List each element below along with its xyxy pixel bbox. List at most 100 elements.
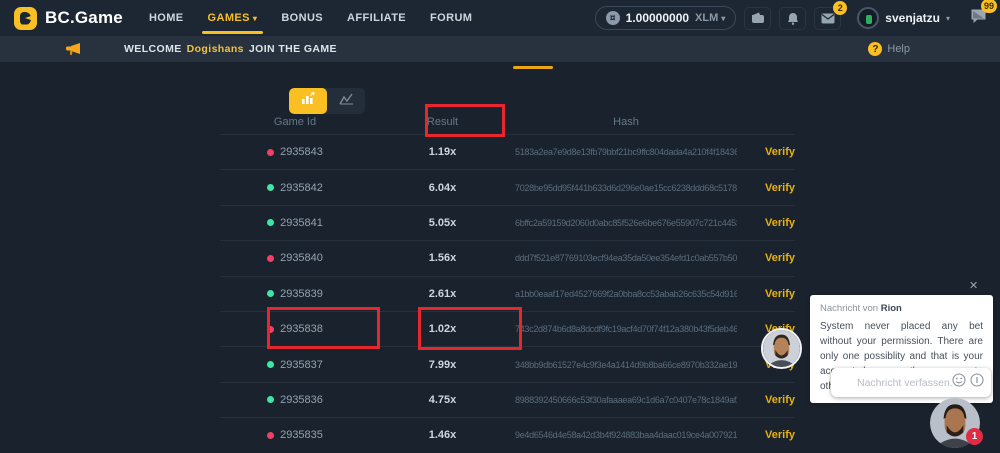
- status-dot: [267, 290, 274, 297]
- chat-toggle-button[interactable]: 99: [966, 6, 990, 30]
- chevron-down-icon: ▾: [721, 14, 725, 23]
- bcgame-logo-icon: [14, 7, 37, 30]
- hash-value: 348bb9db61527e4c9f3e4a1414d9b8ba66ce8970…: [515, 360, 737, 370]
- sender-avatar: [761, 328, 802, 369]
- game-id-cell: 2935837: [220, 359, 370, 371]
- table-row: 29358415.05x6bffc2a59159d2060d0abc85f526…: [220, 205, 795, 240]
- game-id-cell: 2935842: [220, 182, 370, 194]
- game-history-table: Game Id Result Hash 2935843 1.19x5183a2ea…: [220, 110, 795, 453]
- verify-link[interactable]: Verify: [737, 182, 795, 194]
- join-label: JOIN THE GAME: [249, 43, 337, 55]
- annotation-rect-result-value: [418, 307, 522, 350]
- brand-name: BC.Game: [45, 8, 123, 28]
- nav-item-label: FORUM: [430, 12, 472, 24]
- chat-badge: 99: [981, 0, 997, 13]
- game-id-cell: 2935835: [220, 429, 370, 441]
- result-value: 7.99x: [370, 359, 515, 371]
- nav-item-games[interactable]: GAMES▾: [208, 0, 258, 36]
- game-id: 2935839: [280, 288, 323, 300]
- table-header-row: Game Id Result Hash: [220, 110, 795, 134]
- table-row: 2935843 1.19x5183a2ea7e9d8e13fb79bbf21bc9…: [220, 134, 795, 169]
- header-hash: Hash: [515, 116, 737, 128]
- table-row: 2935842 6.04x7028be95dd95f441b633d6d296e0…: [220, 169, 795, 204]
- game-id: 2935837: [280, 359, 323, 371]
- welcome-bar: WELCOME Dogishans JOIN THE GAME ? Help: [0, 36, 1000, 62]
- table-row: 29358401.56xddd7f521e87769103ecf94ea35da…: [220, 240, 795, 275]
- header-game-id: Game Id: [220, 116, 370, 128]
- game-id-cell: 2935843: [220, 146, 370, 158]
- table-row: 29358392.61xa1bb0eaaf17ed4527669f2a0bba8…: [220, 276, 795, 311]
- hash-value: 7028be95dd95f441b633d6d296e0ae15cc6238dd…: [515, 183, 737, 193]
- close-icon[interactable]: ✕: [969, 279, 978, 292]
- nav-item-home[interactable]: HOME: [149, 0, 184, 36]
- top-navbar: BC.Game HOMEGAMES▾BONUSAFFILIATEFORUM ¤ …: [0, 0, 1000, 36]
- nav-item-label: GAMES: [208, 12, 250, 24]
- game-id: 2935842: [280, 182, 323, 194]
- game-id-cell: 2935840: [220, 252, 370, 264]
- nav-right: ¤ 1.00000000 XLM ▾: [595, 6, 990, 30]
- result-value: 5.05x: [370, 217, 515, 229]
- page: BC.Game HOMEGAMES▾BONUSAFFILIATEFORUM ¤ …: [0, 0, 1000, 453]
- active-tab-indicator: [513, 66, 553, 69]
- status-dot: [267, 361, 274, 368]
- hash-value: 9e4d6546d4e58a42d3b4f924883baa4daac019ce…: [515, 430, 737, 440]
- game-id: 2935843: [280, 146, 323, 158]
- nav-item-label: BONUS: [281, 12, 323, 24]
- gif-icon[interactable]: [970, 373, 984, 392]
- verify-link[interactable]: Verify: [737, 217, 795, 229]
- chat-input[interactable]: [831, 377, 952, 389]
- verify-link[interactable]: Verify: [737, 394, 795, 406]
- brand[interactable]: BC.Game: [14, 7, 123, 30]
- nav-item-bonus[interactable]: BONUS: [281, 0, 323, 36]
- notifications-button[interactable]: [779, 7, 806, 30]
- verify-link[interactable]: Verify: [737, 288, 795, 300]
- message-sender: Rion: [881, 303, 902, 314]
- unread-badge: 1: [966, 428, 983, 445]
- verify-link[interactable]: Verify: [737, 429, 795, 441]
- balance-selector[interactable]: ¤ 1.00000000 XLM ▾: [595, 6, 737, 30]
- game-id: 2935841: [280, 217, 323, 229]
- nav-item-forum[interactable]: FORUM: [430, 0, 472, 36]
- status-dot: [267, 396, 274, 403]
- status-dot: [267, 149, 274, 156]
- main-nav: HOME GAMES▾ BONUS AFFILIATE FORUM: [149, 0, 472, 36]
- table-body: 2935843 1.19x5183a2ea7e9d8e13fb79bbf21bc9…: [220, 134, 795, 453]
- welcome-username: Dogishans: [187, 43, 244, 55]
- content-area: Game Id Result Hash 2935843 1.19x5183a2ea…: [0, 62, 1000, 453]
- nav-item-label: HOME: [149, 12, 184, 24]
- bar-chart-icon: [301, 92, 316, 110]
- user-menu[interactable]: svenjatzu ▾: [857, 7, 950, 29]
- result-value: 6.04x: [370, 182, 515, 194]
- result-value: 1.46x: [370, 429, 515, 441]
- mail-badge: 2: [833, 1, 847, 15]
- messages-button[interactable]: 2: [814, 7, 841, 30]
- result-value: 4.75x: [370, 394, 515, 406]
- verify-link[interactable]: Verify: [737, 252, 795, 264]
- verify-link[interactable]: Verify: [737, 146, 795, 158]
- annotation-rect-game-id: [267, 307, 380, 349]
- status-dot: [267, 432, 274, 439]
- game-id: 2935835: [280, 429, 323, 441]
- envelope-icon: [821, 13, 835, 24]
- status-dot: [267, 219, 274, 226]
- megaphone-icon: [66, 43, 82, 56]
- bell-icon: [787, 12, 799, 25]
- game-id-cell: 2935841: [220, 217, 370, 229]
- help-button[interactable]: ? Help: [868, 42, 910, 56]
- chevron-down-icon: ▾: [253, 14, 257, 23]
- nav-item-label: AFFILIATE: [347, 12, 406, 24]
- status-dot: [267, 255, 274, 262]
- status-dot: [267, 184, 274, 191]
- result-value: 2.61x: [370, 288, 515, 300]
- wallet-button[interactable]: [744, 7, 771, 30]
- game-id: 2935836: [280, 394, 323, 406]
- hash-value: 5183a2ea7e9d8e13fb79bbf21bc9ffc804dada4a…: [515, 147, 737, 157]
- question-icon: ?: [868, 42, 882, 56]
- welcome-label: WELCOME: [124, 43, 182, 55]
- hash-value: ddd7f521e87769103ecf94ea35da50ee354efd1c…: [515, 253, 737, 263]
- nav-item-affiliate[interactable]: AFFILIATE: [347, 0, 406, 36]
- result-value: 1.19x: [370, 146, 515, 158]
- hash-value: 743c2d874b6d8a8dcdf9fc19acf4d70f74f12a38…: [515, 324, 737, 334]
- emoji-icon[interactable]: [952, 373, 966, 392]
- help-label: Help: [887, 43, 910, 55]
